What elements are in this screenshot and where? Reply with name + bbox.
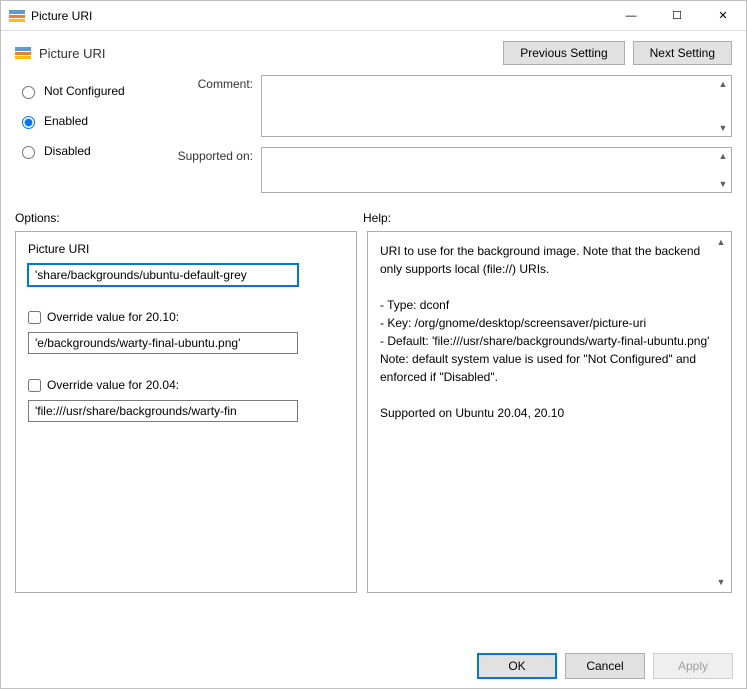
picture-uri-input[interactable] xyxy=(28,264,298,286)
scroll-down-icon[interactable]: ▼ xyxy=(717,122,729,134)
page-title: Picture URI xyxy=(39,46,105,61)
help-label: Help: xyxy=(363,211,732,225)
help-panel: URI to use for the background image. Not… xyxy=(367,231,732,593)
cancel-button[interactable]: Cancel xyxy=(565,653,645,679)
radio-enabled-label: Enabled xyxy=(44,114,88,128)
supported-on-field[interactable]: ▲ ▼ xyxy=(261,147,732,193)
scroll-up-icon[interactable]: ▲ xyxy=(717,150,729,162)
ok-button[interactable]: OK xyxy=(477,653,557,679)
state-radio-group: Not Configured Enabled Disabled xyxy=(15,75,155,193)
supported-on-label: Supported on: xyxy=(165,147,253,163)
help-text: URI to use for the background image. Not… xyxy=(380,242,719,422)
override-2010-label: Override value for 20.10: xyxy=(47,310,179,324)
next-setting-button[interactable]: Next Setting xyxy=(633,41,732,65)
override-2010-checkbox[interactable] xyxy=(28,311,41,324)
close-button[interactable]: ✕ xyxy=(700,1,746,30)
radio-disabled[interactable] xyxy=(22,146,35,159)
scroll-down-icon[interactable]: ▼ xyxy=(715,576,727,588)
comment-label: Comment: xyxy=(165,75,253,91)
minimize-button[interactable]: — xyxy=(608,1,654,30)
comment-field[interactable]: ▲ ▼ xyxy=(261,75,732,137)
override-2004-input[interactable] xyxy=(28,400,298,422)
scroll-down-icon[interactable]: ▼ xyxy=(717,178,729,190)
window-title: Picture URI xyxy=(31,9,608,23)
policy-icon xyxy=(15,45,31,61)
radio-disabled-label: Disabled xyxy=(44,144,91,158)
picture-uri-label: Picture URI xyxy=(28,242,344,256)
radio-not-configured-label: Not Configured xyxy=(44,84,125,98)
previous-setting-button[interactable]: Previous Setting xyxy=(503,41,624,65)
override-2004-label: Override value for 20.04: xyxy=(47,378,179,392)
maximize-button[interactable]: ☐ xyxy=(654,1,700,30)
override-2010-input[interactable] xyxy=(28,332,298,354)
override-2004-checkbox[interactable] xyxy=(28,379,41,392)
options-panel: Picture URI Override value for 20.10: Ov… xyxy=(15,231,357,593)
radio-not-configured[interactable] xyxy=(22,86,35,99)
app-icon xyxy=(9,8,25,24)
apply-button[interactable]: Apply xyxy=(653,653,733,679)
titlebar: Picture URI — ☐ ✕ xyxy=(1,1,746,31)
scroll-up-icon[interactable]: ▲ xyxy=(715,236,727,248)
footer-buttons: OK Cancel Apply xyxy=(477,653,733,679)
options-label: Options: xyxy=(15,211,363,225)
scroll-up-icon[interactable]: ▲ xyxy=(717,78,729,90)
radio-enabled[interactable] xyxy=(22,116,35,129)
